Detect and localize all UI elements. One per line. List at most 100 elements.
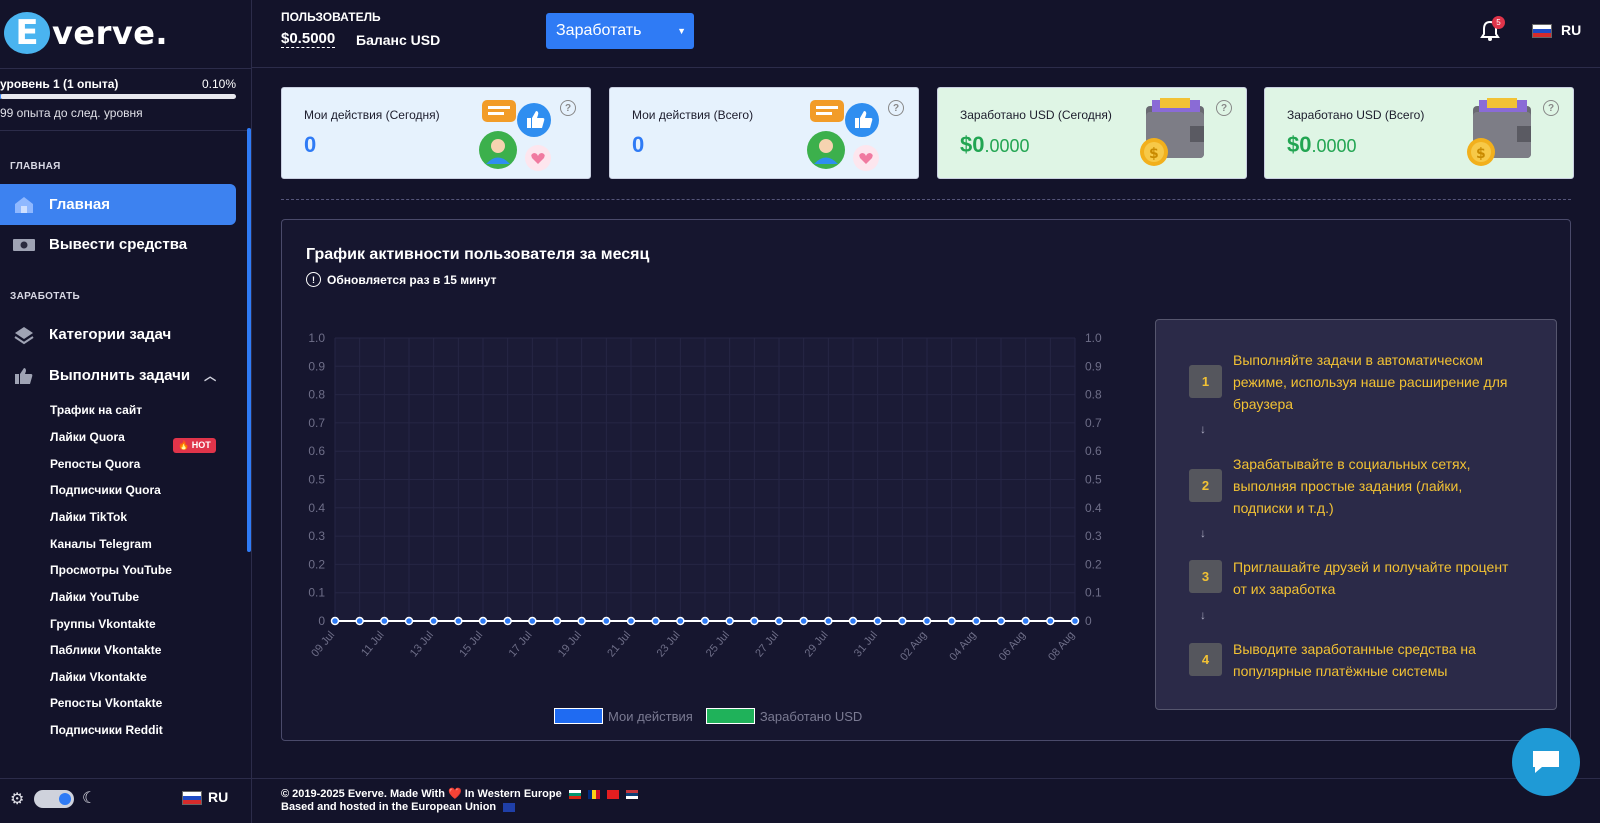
data-point xyxy=(1021,616,1030,626)
data-point xyxy=(676,616,685,626)
step-text: Выводите заработанные средства на популя… xyxy=(1233,641,1476,679)
help-icon[interactable]: ? xyxy=(1216,100,1232,116)
chevron-up-icon[interactable]: ︿ xyxy=(204,367,216,384)
romania-flag-icon xyxy=(587,789,600,799)
footer: © 2019-2025 Everve. Made With ❤️ In West… xyxy=(252,778,1600,823)
data-point xyxy=(848,616,858,626)
sidebar-item-withdraw[interactable]: Вывести средства xyxy=(0,224,236,265)
stat-card-value: 0 xyxy=(632,132,645,157)
sidebar-subitem[interactable]: Репосты Vkontakte xyxy=(50,696,162,710)
balance-value[interactable]: $0.5000 xyxy=(281,30,336,48)
caret-down-icon: ▼ xyxy=(677,26,686,36)
step-number: 3 xyxy=(1189,560,1222,593)
sidebar-subitem[interactable]: Просмотры YouTube xyxy=(50,563,172,577)
legend-item[interactable]: Заработано USD xyxy=(705,708,863,724)
legend-item[interactable]: Мои действия xyxy=(554,708,693,724)
data-point xyxy=(799,616,808,626)
data-point xyxy=(577,616,586,626)
data-point xyxy=(873,616,882,626)
level-label: уровень 1 (1 опыта) xyxy=(0,77,119,91)
y-tick-label-right: 0.4 xyxy=(1085,501,1102,515)
y-tick-label-left: 1.0 xyxy=(308,331,325,345)
x-tick-label: 09 Jul xyxy=(309,629,337,659)
stat-card-value: 0 xyxy=(304,132,317,157)
theme-toggle[interactable] xyxy=(34,790,74,808)
user-label: ПОЛЬЗОВАТЕЛЬ xyxy=(281,10,381,24)
data-point xyxy=(454,616,463,626)
arrow-down-icon: ↓ xyxy=(1200,608,1206,622)
step-number: 2 xyxy=(1189,469,1222,502)
home-icon xyxy=(12,193,36,217)
data-point xyxy=(626,616,636,626)
x-tick-label: 13 Jul xyxy=(408,629,436,659)
legend-label: Заработано USD xyxy=(759,708,863,724)
sidebar-scrollbar[interactable] xyxy=(247,128,251,552)
chat-button[interactable] xyxy=(1512,728,1580,796)
earn-dropdown-button[interactable]: Заработать ▼ xyxy=(546,13,694,49)
notification-count-badge: 5 xyxy=(1492,16,1505,29)
sidebar-item-label: Вывести средства xyxy=(49,236,188,253)
top-header: ПОЛЬЗОВАТЕЛЬ $0.5000 Баланс USD Заработа… xyxy=(252,0,1600,68)
moon-icon: ☾ xyxy=(82,790,97,807)
gear-icon[interactable]: ⚙ xyxy=(10,789,24,809)
sidebar-subitem[interactable]: Группы Vkontakte xyxy=(50,617,156,631)
footer-line1: © 2019-2025 Everve. Made With ❤️ In West… xyxy=(281,788,562,800)
logo[interactable]: E verve. xyxy=(4,8,168,58)
level-subtext: 99 опыта до след. уровня xyxy=(0,106,143,120)
data-point xyxy=(972,616,981,626)
y-tick-label-left: 0.7 xyxy=(308,416,325,430)
help-icon[interactable]: ? xyxy=(1543,100,1559,116)
earn-button-label: Заработать xyxy=(556,22,642,39)
sidebar-item-label: Главная xyxy=(49,196,111,213)
svg-text:$: $ xyxy=(1476,146,1486,162)
help-icon[interactable]: ? xyxy=(888,100,904,116)
thumbs-up-icon xyxy=(12,364,36,388)
y-tick-label-right: 0.8 xyxy=(1085,388,1102,402)
y-tick-label-left: 0.4 xyxy=(308,501,325,515)
sidebar-subitem[interactable]: Подписчики Quora xyxy=(50,483,161,497)
serbia-flag-icon xyxy=(625,789,638,799)
stat-card-actions-total: Мои действия (Всего) 0 ? xyxy=(609,87,919,179)
sidebar-subitem[interactable]: Трафик на сайт xyxy=(50,403,142,417)
y-tick-label-left: 0.5 xyxy=(308,473,325,487)
hot-badge: 🔥 HOT xyxy=(173,438,216,453)
sidebar-subitem[interactable]: Лайки YouTube xyxy=(50,590,139,604)
sidebar-item-home[interactable]: Главная xyxy=(0,184,236,225)
data-point xyxy=(922,616,932,626)
sidebar-subitem[interactable]: Подписчики Reddit xyxy=(50,723,163,737)
social-actions-illustration xyxy=(479,100,551,171)
wallet-illustration: $ xyxy=(1140,98,1204,166)
y-tick-label-right: 0.6 xyxy=(1085,444,1102,458)
sidebar-item-categories[interactable]: Категории задач xyxy=(0,314,236,355)
sidebar-item-do-tasks[interactable]: Выполнить задачи ︿ xyxy=(0,355,236,396)
sidebar-subitem[interactable]: Репосты Quora xyxy=(50,457,140,471)
layers-icon xyxy=(12,323,36,347)
legend-label: Мои действия xyxy=(608,708,693,724)
sidebar-subitem[interactable]: Каналы Telegram xyxy=(50,537,152,551)
y-tick-label-right: 0.2 xyxy=(1085,557,1102,571)
panel-subtitle: ! Обновляется раз в 15 минут xyxy=(306,272,496,287)
help-icon[interactable]: ? xyxy=(560,100,576,116)
stat-card-label: Заработано USD (Сегодня) xyxy=(960,108,1112,122)
x-tick-label: 02 Aug xyxy=(898,629,929,663)
sidebar-subitem[interactable]: Лайки Quora xyxy=(50,430,125,444)
sidebar-bottom-bar: ⚙ ☾ RU xyxy=(0,778,251,823)
data-point xyxy=(528,616,537,626)
sidebar-subitem[interactable]: Паблики Vkontakte xyxy=(50,643,161,657)
y-tick-label-left: 0.2 xyxy=(308,557,325,571)
money-decimals: .0000 xyxy=(1311,136,1357,156)
data-point xyxy=(380,616,389,626)
language-selector[interactable]: RU xyxy=(1532,22,1581,39)
divider xyxy=(0,130,251,131)
data-point xyxy=(750,616,759,626)
sidebar-subitem[interactable]: Лайки TikTok xyxy=(50,510,127,524)
eu-flag-icon xyxy=(503,802,516,812)
y-tick-label-right: 0.5 xyxy=(1085,473,1102,487)
data-point xyxy=(651,616,660,626)
info-icon: ! xyxy=(306,272,321,287)
sidebar-subitem[interactable]: Лайки Vkontakte xyxy=(50,670,147,684)
update-note: Обновляется раз в 15 минут xyxy=(327,272,497,287)
language-selector[interactable]: RU xyxy=(182,789,228,806)
data-point xyxy=(898,616,907,626)
data-point xyxy=(947,616,956,626)
